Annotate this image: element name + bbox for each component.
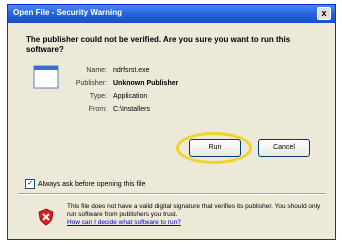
name-value: ndrfsrst.exe (113, 67, 150, 74)
shield-warning-icon (38, 208, 54, 226)
publisher-row: Publisher: Unknown Publisher (71, 80, 321, 87)
always-ask-label: Always ask before opening this file (38, 180, 146, 188)
from-value: C:\Installers (113, 106, 150, 113)
name-row: Name: ndrfsrst.exe (71, 67, 321, 74)
publisher-label: Publisher: (75, 80, 107, 87)
always-ask-option[interactable]: ✓ Always ask before opening this file (25, 179, 145, 189)
from-label: From: (88, 106, 107, 113)
security-warning-dialog: Open File - Security Warning x The publi… (7, 4, 336, 240)
help-link[interactable]: How can I decide what software to run? (67, 219, 327, 227)
cancel-button[interactable]: Cancel (258, 139, 310, 157)
publisher-question: The publisher could not be verified. Are… (26, 35, 291, 54)
type-label: Type: (89, 93, 107, 100)
signature-warning: This file does not have a valid digital … (67, 203, 327, 227)
close-button[interactable]: x (317, 7, 331, 20)
from-row: From: C:\Installers (71, 106, 321, 113)
name-label: Name: (86, 67, 107, 74)
type-row: Type: Application (71, 93, 321, 100)
run-button[interactable]: Run (189, 139, 241, 157)
publisher-value[interactable]: Unknown Publisher (113, 80, 178, 87)
always-ask-checkbox[interactable]: ✓ (25, 179, 35, 189)
type-value: Application (113, 93, 148, 100)
window-title: Open File - Security Warning (13, 8, 123, 17)
title-bar[interactable]: Open File - Security Warning x (8, 5, 335, 23)
application-icon (33, 65, 59, 89)
divider (18, 193, 326, 195)
signature-warning-text: This file does not have a valid digital … (67, 203, 321, 218)
